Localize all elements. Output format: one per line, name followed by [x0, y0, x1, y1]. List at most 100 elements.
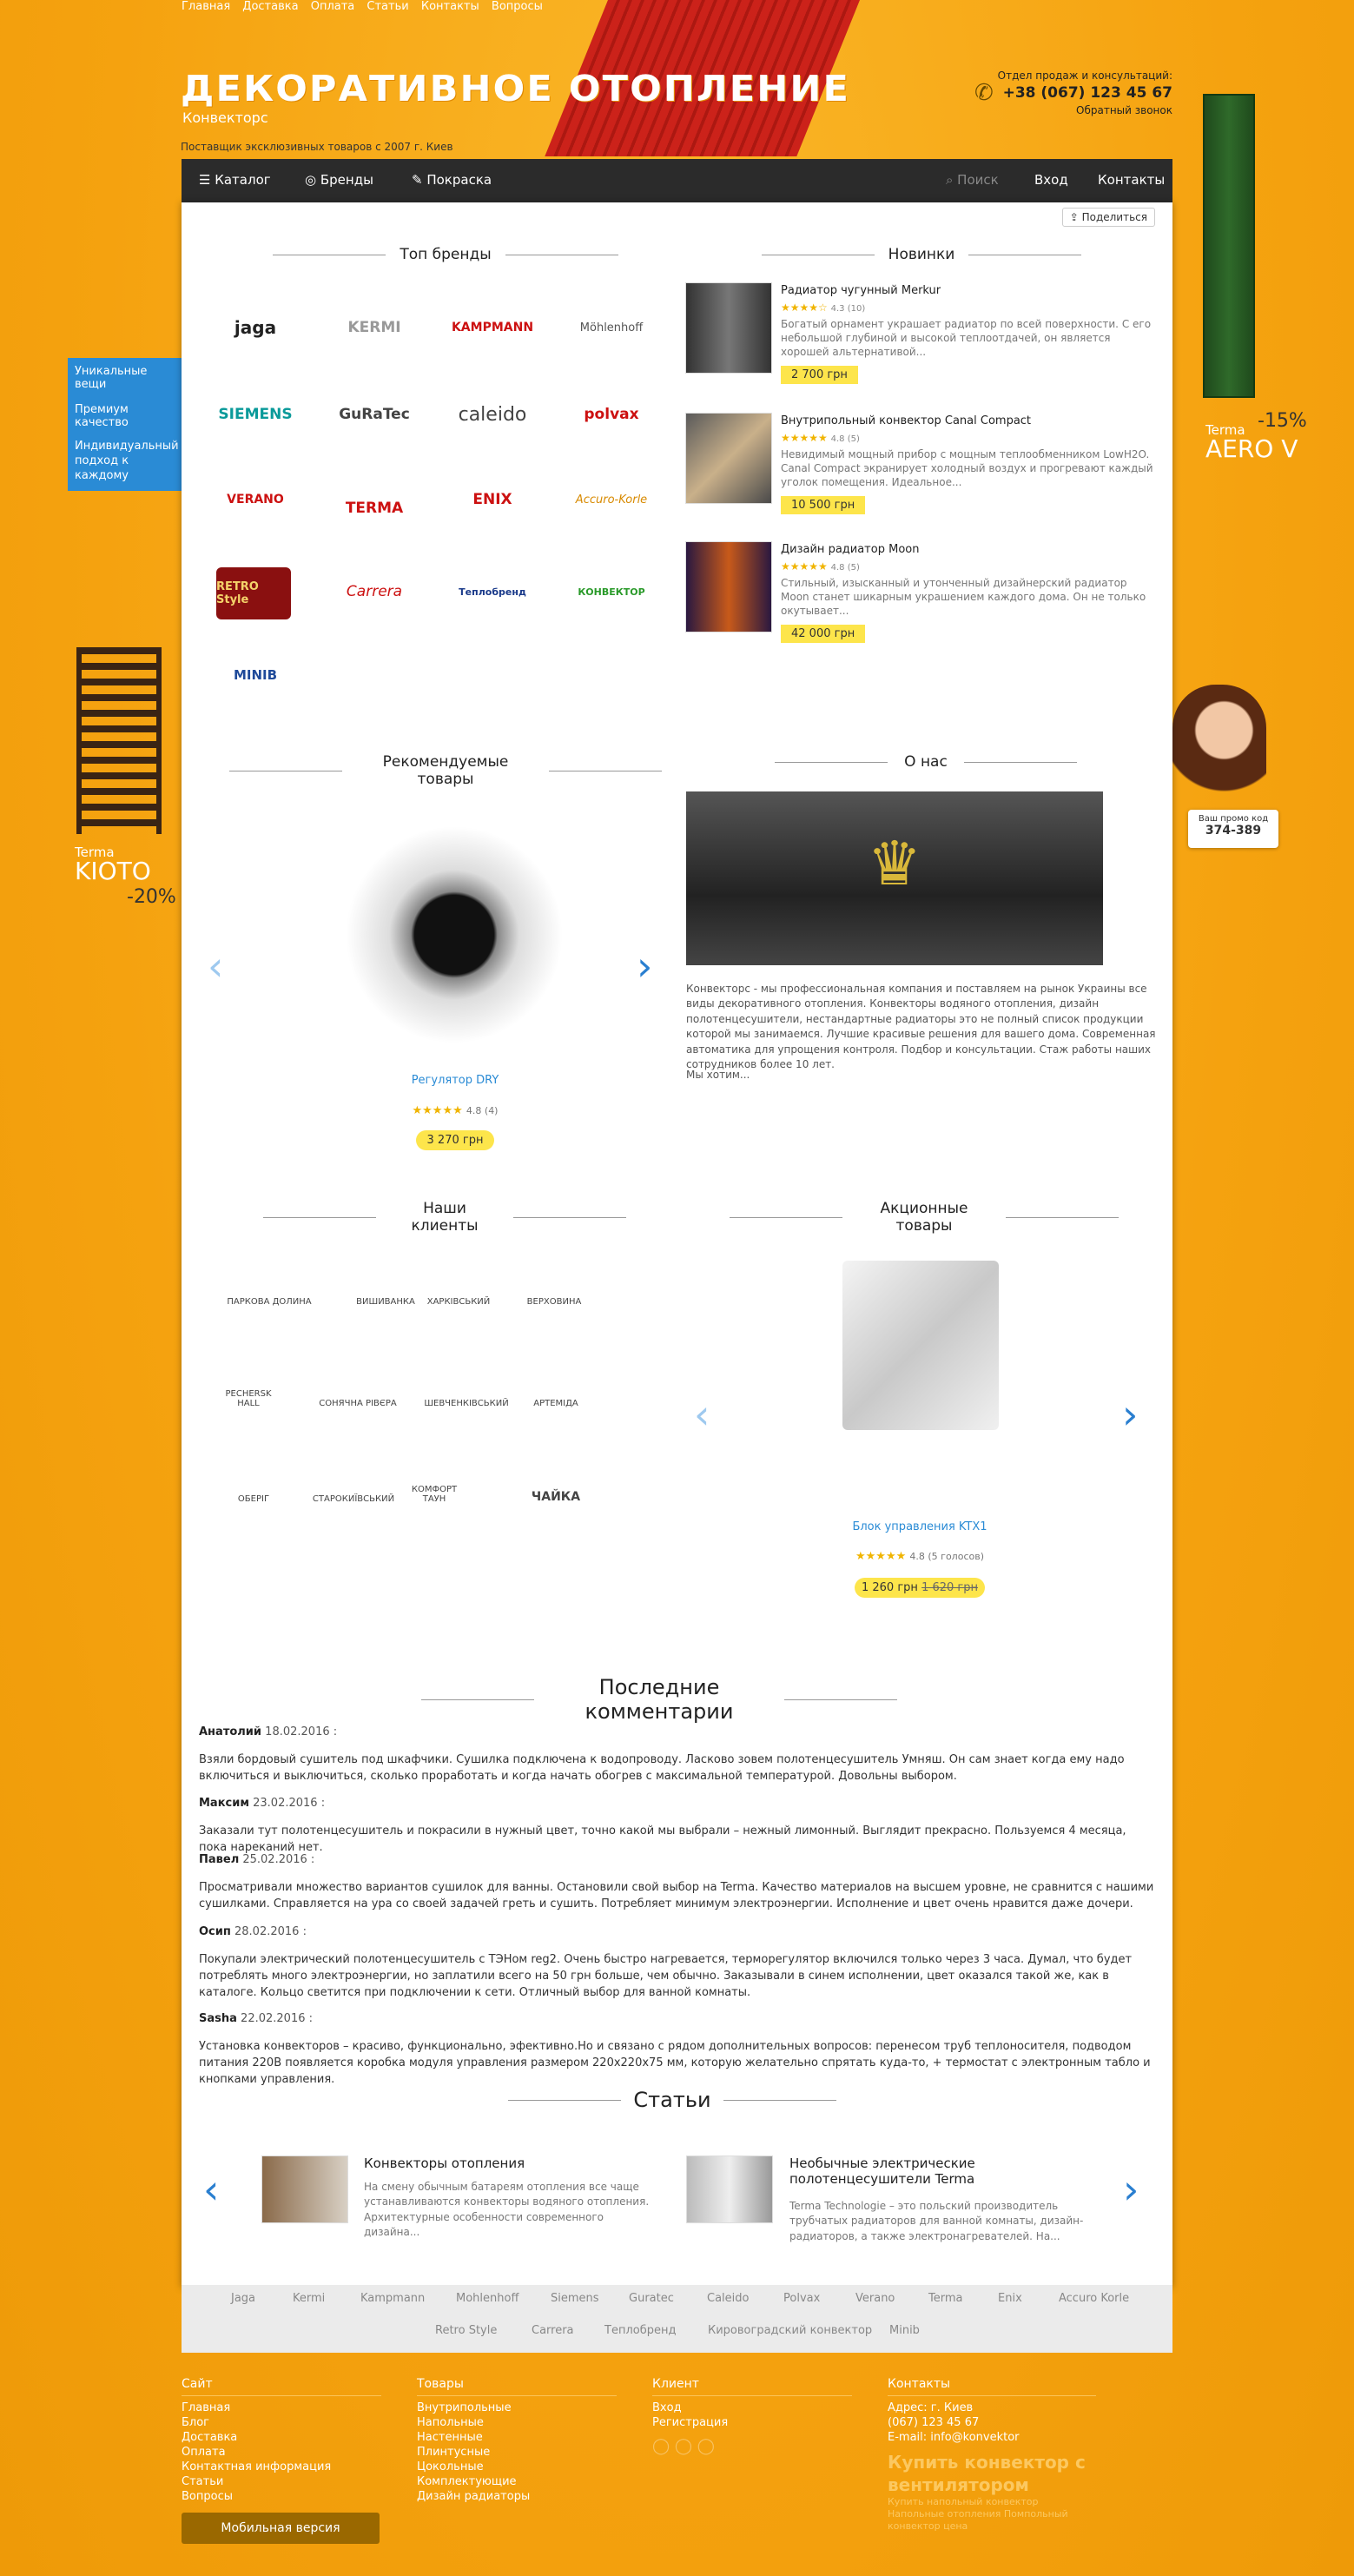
brand-polvax[interactable]: polvax: [564, 397, 659, 432]
client-logo[interactable]: ВЕРХОВИНА: [520, 1258, 588, 1307]
brand-enix[interactable]: ENIX: [445, 482, 540, 517]
brand-link[interactable]: Enix: [998, 2292, 1022, 2305]
brand-kampmann[interactable]: KAMPMANN: [445, 310, 540, 345]
brand-konvektor[interactable]: КОНВЕКТОР: [564, 574, 659, 609]
product-title[interactable]: Радиатор чугунный Merkur: [781, 284, 941, 297]
footer-link[interactable]: Плинтусные: [417, 2446, 617, 2460]
client-logo[interactable]: СТАРОКИЇВСЬКИЙ: [312, 1455, 395, 1504]
top-link-delivery[interactable]: Доставка: [242, 0, 298, 13]
client-logo[interactable]: АРТЕМІДА: [522, 1360, 590, 1408]
brand-siemens[interactable]: SIEMENS: [208, 397, 303, 432]
social-icon[interactable]: ◯: [675, 2437, 692, 2455]
about-more-link[interactable]: Мы хотим...: [686, 1069, 750, 1081]
top-link-payment[interactable]: Оплата: [311, 0, 355, 13]
client-logo[interactable]: ВИШИВАНКА: [352, 1258, 419, 1307]
brand-link[interactable]: Carrera: [532, 2324, 574, 2337]
footer-link[interactable]: Цокольные: [417, 2460, 617, 2475]
footer-link[interactable]: Контактная информация: [182, 2460, 381, 2475]
footer-link[interactable]: Главная: [182, 2401, 381, 2416]
aero-radiator-image[interactable]: [1203, 94, 1255, 398]
footer-link[interactable]: Внутрипольные: [417, 2401, 617, 2416]
brand-teplobrend[interactable]: Теплобренд: [445, 574, 540, 609]
brand-kermi[interactable]: KERMI: [327, 310, 422, 345]
recommended-product-name[interactable]: Регулятор DRY: [355, 1074, 555, 1087]
footer-link[interactable]: Вопросы: [182, 2490, 381, 2505]
footer-link[interactable]: Доставка: [182, 2431, 381, 2446]
brand-accuro-korle[interactable]: Accuro-Korle: [564, 482, 659, 517]
footer-link[interactable]: Настенные: [417, 2431, 617, 2446]
brand-verano[interactable]: VERANO: [208, 482, 303, 517]
client-logo[interactable]: ПАРКОВА ДОЛИНА: [213, 1258, 326, 1307]
footer-link[interactable]: Блог: [182, 2416, 381, 2431]
chevron-right-icon[interactable]: ›: [1123, 2166, 1139, 2213]
promo-code-box[interactable]: Ваш промо код 374-389: [1188, 810, 1278, 848]
client-logo[interactable]: ХАРКІВСЬКИЙ: [425, 1258, 492, 1307]
client-logo[interactable]: PECHERSK HALL: [215, 1360, 282, 1408]
footer-seo-big[interactable]: Купить конвектор с вентилятором: [888, 2451, 1096, 2496]
site-logo[interactable]: ДЕКОРАТИВНОЕ ОТОПЛЕНИЕ: [181, 68, 850, 109]
contacts-link[interactable]: Контакты: [1098, 172, 1165, 188]
footer-phone[interactable]: (067) 123 45 67: [888, 2416, 1096, 2431]
article-image[interactable]: [261, 2155, 348, 2223]
brand-link[interactable]: Caleido: [707, 2292, 749, 2305]
top-link-contacts[interactable]: Контакты: [421, 0, 479, 13]
footer-link[interactable]: Дизайн радиаторы: [417, 2490, 617, 2505]
login-link[interactable]: Вход: [1034, 172, 1068, 188]
brands-menu[interactable]: ◎ Бренды: [305, 172, 373, 188]
contact-phone[interactable]: +38 (067) 123 45 67: [998, 84, 1172, 102]
brand-link[interactable]: Terma: [928, 2292, 962, 2305]
brand-link[interactable]: Retro Style: [435, 2324, 497, 2337]
product-image[interactable]: [685, 541, 772, 632]
client-logo[interactable]: ОБЕРІГ: [220, 1455, 287, 1504]
social-icon[interactable]: ◯: [652, 2437, 670, 2455]
search-input[interactable]: ⌕ Поиск: [946, 172, 999, 188]
chevron-left-icon[interactable]: ‹: [694, 1391, 710, 1438]
chevron-left-icon[interactable]: ‹: [208, 943, 223, 990]
brand-retro-style[interactable]: RETRO Style: [216, 567, 291, 619]
footer-login-link[interactable]: Вход: [652, 2401, 852, 2416]
brand-link[interactable]: Guratec: [629, 2292, 674, 2305]
brand-link[interactable]: Кировоградский конвектор: [708, 2324, 872, 2337]
sale-product-image[interactable]: [842, 1261, 999, 1430]
footer-email[interactable]: E-mail: info@konvektor: [888, 2431, 1096, 2446]
new-product-item[interactable]: Дизайн радиатор Moon ★★★★★ 4.8 (5) Стиль…: [685, 541, 1154, 646]
brand-link[interactable]: Accuro Korle: [1059, 2292, 1129, 2305]
kioto-radiator-image[interactable]: [76, 647, 162, 834]
brand-mohlenhoff[interactable]: Möhlenhoff: [564, 310, 659, 345]
unique-items-button[interactable]: Уникальные вещи: [68, 358, 182, 398]
footer-seo-small[interactable]: Купить напольный конвектор Напольные ото…: [888, 2496, 1096, 2533]
brand-link[interactable]: Polvax: [783, 2292, 820, 2305]
footer-link[interactable]: Статьи: [182, 2475, 381, 2490]
product-image[interactable]: [685, 413, 772, 504]
brand-guratec[interactable]: GuRaTec: [327, 397, 422, 432]
brand-caleido[interactable]: caleido: [445, 397, 540, 432]
brand-minib[interactable]: MINIB: [208, 658, 303, 692]
share-button[interactable]: ⇪ Поделиться: [1061, 208, 1155, 227]
chevron-right-icon[interactable]: ›: [1122, 1391, 1138, 1438]
brand-link[interactable]: Siemens: [551, 2292, 599, 2305]
footer-register-link[interactable]: Регистрация: [652, 2416, 852, 2431]
premium-quality-button[interactable]: Премиум качество: [68, 396, 182, 436]
top-link-home[interactable]: Главная: [182, 0, 230, 13]
product-title[interactable]: Дизайн радиатор Moon: [781, 543, 919, 556]
footer-link[interactable]: Комплектующие: [417, 2475, 617, 2490]
client-logo[interactable]: СОНЯЧНА РІВЄРА: [310, 1360, 406, 1408]
chevron-left-icon[interactable]: ‹: [203, 2166, 219, 2213]
catalog-menu[interactable]: ☰ Каталог: [199, 172, 271, 188]
brand-link[interactable]: Mohlenhoff: [456, 2292, 518, 2305]
new-product-item[interactable]: Внутрипольный конвектор Canal Compact ★★…: [685, 413, 1154, 517]
brand-jaga[interactable]: jaga: [208, 310, 303, 345]
client-logo[interactable]: ШЕВЧЕНКІВСЬКИЙ: [424, 1360, 508, 1408]
brand-link[interactable]: Kampmann: [360, 2292, 425, 2305]
client-logo[interactable]: КОМФОРТ ТАУН: [400, 1455, 468, 1504]
top-link-faq[interactable]: Вопросы: [492, 0, 543, 13]
brand-carrera[interactable]: Carrera: [327, 574, 422, 609]
brand-link[interactable]: Теплобренд: [604, 2324, 676, 2337]
chevron-right-icon[interactable]: ›: [637, 943, 652, 990]
article-image[interactable]: [686, 2155, 773, 2223]
brand-link[interactable]: Kermi: [293, 2292, 325, 2305]
product-image[interactable]: [685, 282, 772, 374]
footer-link[interactable]: Напольные: [417, 2416, 617, 2431]
brand-terma[interactable]: TERMA: [327, 482, 422, 534]
client-logo[interactable]: ЧАЙКА: [522, 1455, 590, 1504]
